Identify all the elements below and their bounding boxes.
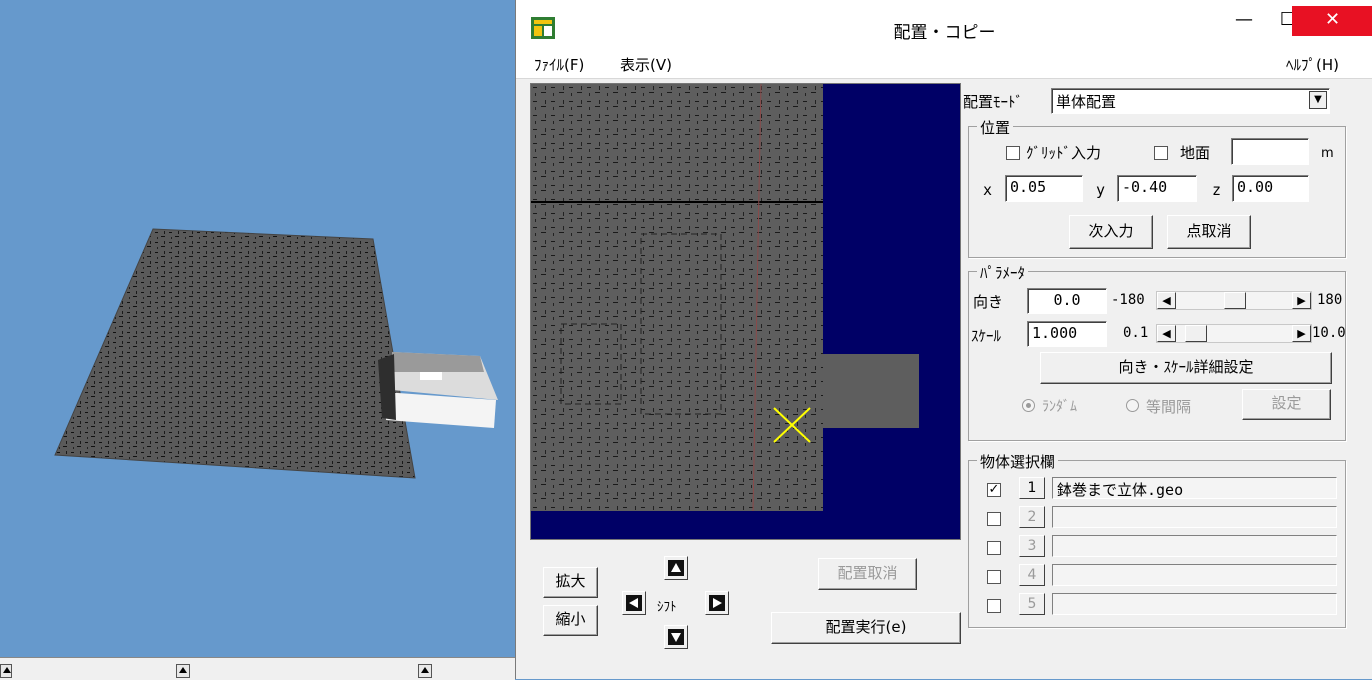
z-input[interactable]: 0.00 [1232,175,1309,202]
ground-height-input[interactable] [1231,138,1309,165]
shift-up-button[interactable] [664,556,688,580]
placement-copy-dialog: 配置・コピー — ☐ ✕ ﾌｧｲﾙ(F) 表示(V) ﾍﾙﾌﾟ(H) 配置ﾓｰﾄ… [515,0,1372,679]
zoom-in-button[interactable]: 拡大 [543,567,598,598]
object-4-checkbox[interactable] [987,570,1001,584]
chevron-down-icon[interactable]: ▼ [1309,91,1327,109]
position-group-title: 位置 [977,117,1014,138]
cancel-placement-button[interactable]: 配置取消 [818,558,917,590]
viewport-status-strip [0,657,515,680]
object-selection-title: 物体選択欄 [977,451,1059,472]
shift-right-button[interactable] [705,591,729,615]
slider-right-arrow-icon[interactable]: ▶ [1292,292,1311,309]
equal-interval-radio[interactable] [1126,399,1139,412]
zoom-out-button[interactable]: 縮小 [543,605,598,636]
object-4-name-field[interactable] [1052,564,1337,586]
mode-select[interactable]: 単体配置 ▼ [1051,88,1330,114]
menu-bar: ﾌｧｲﾙ(F) 表示(V) ﾍﾙﾌﾟ(H) [516,50,1372,79]
object-3-number-button[interactable]: 3 [1019,535,1045,557]
direction-scale-detail-button[interactable]: 向き・ｽｹｰﾙ詳細設定 [1040,352,1332,384]
grid-input-checkbox[interactable] [1006,146,1020,160]
close-button[interactable]: ✕ [1292,6,1372,36]
x-input[interactable]: 0.05 [1005,175,1083,202]
y-input[interactable]: -0.40 [1117,175,1197,202]
direction-min-label: -180 [1111,292,1145,308]
ground-label: 地面 [1180,144,1211,162]
mode-label: 配置ﾓｰﾄﾞ [963,93,1024,111]
shift-label: ｼﾌﾄ [657,600,677,615]
menu-view[interactable]: 表示(V) [620,54,672,75]
cancel-point-button[interactable]: 点取消 [1167,215,1251,249]
object-5-checkbox[interactable] [987,599,1001,613]
map-drawing [531,84,919,512]
scale-input[interactable]: 1.000 [1027,321,1107,347]
3d-scene [54,228,498,479]
object-5-name-field[interactable] [1052,593,1337,615]
object-1-name-field[interactable]: 鉢巻まで立体.geo [1052,477,1337,499]
scale-slider[interactable]: ◀ ▶ [1156,324,1312,343]
minimize-button[interactable]: — [1222,6,1266,36]
arrow-left-icon [626,595,642,611]
grid-input-label: ｸﾞﾘｯﾄﾞ入力 [1026,144,1102,162]
set-button[interactable]: 設定 [1242,389,1331,420]
arrow-up-icon [668,560,684,576]
3d-viewport[interactable] [0,0,515,657]
slider-left-arrow-icon[interactable]: ◀ [1157,292,1176,309]
z-label: z [1212,181,1222,199]
ground-unit-label: m [1321,146,1334,161]
direction-max-label: 180 [1317,292,1343,308]
object-2-name-field[interactable] [1052,506,1337,528]
scale-max-label: 10.0 [1312,325,1346,341]
equal-interval-label: 等間隔 [1146,398,1192,416]
slider-right-arrow-icon[interactable]: ▶ [1292,325,1311,342]
arrow-down-icon [668,629,684,645]
scale-slider-thumb[interactable] [1184,325,1207,342]
ground-plane [54,228,416,479]
shift-left-button[interactable] [622,591,646,615]
scale-label: ｽｹｰﾙ [971,327,1002,345]
scale-min-label: 0.1 [1123,325,1149,341]
x-label: x [983,181,993,199]
map-background [531,84,823,511]
mode-select-value: 単体配置 [1056,93,1117,111]
direction-slider-thumb[interactable] [1224,292,1246,309]
strip-up-button[interactable] [176,664,190,678]
map-canvas[interactable] [530,83,961,540]
ground-checkbox[interactable] [1154,146,1168,160]
object-1-number-button[interactable]: 1 [1019,477,1045,499]
direction-label: 向き [973,293,1004,311]
object-4-number-button[interactable]: 4 [1019,564,1045,586]
direction-slider[interactable]: ◀ ▶ [1156,291,1312,310]
y-label: y [1096,181,1106,199]
arrow-right-icon [709,595,725,611]
object-2-number-button[interactable]: 2 [1019,506,1045,528]
menu-file[interactable]: ﾌｧｲﾙ(F) [534,54,584,75]
next-input-button[interactable]: 次入力 [1069,215,1153,249]
slider-left-arrow-icon[interactable]: ◀ [1157,325,1176,342]
parameter-group-title: ﾊﾟﾗﾒｰﾀ [977,262,1029,283]
object-1-checkbox[interactable]: ✓ [987,483,1001,497]
strip-scroll-button[interactable] [0,664,12,678]
object-5-number-button[interactable]: 5 [1019,593,1045,615]
map-extension [823,354,919,428]
object-3-checkbox[interactable] [987,541,1001,555]
menu-help[interactable]: ﾍﾙﾌﾟ(H) [1286,54,1339,75]
execute-placement-button[interactable]: 配置実行(e) [771,612,961,644]
random-label: ﾗﾝﾀﾞﾑ [1042,399,1077,415]
random-radio[interactable] [1022,399,1035,412]
direction-input[interactable]: 0.0 [1027,288,1107,314]
strip-up-button[interactable] [418,664,432,678]
object-3-name-field[interactable] [1052,535,1337,557]
shift-down-button[interactable] [664,625,688,649]
building-model [378,352,498,428]
object-2-checkbox[interactable] [987,512,1001,526]
